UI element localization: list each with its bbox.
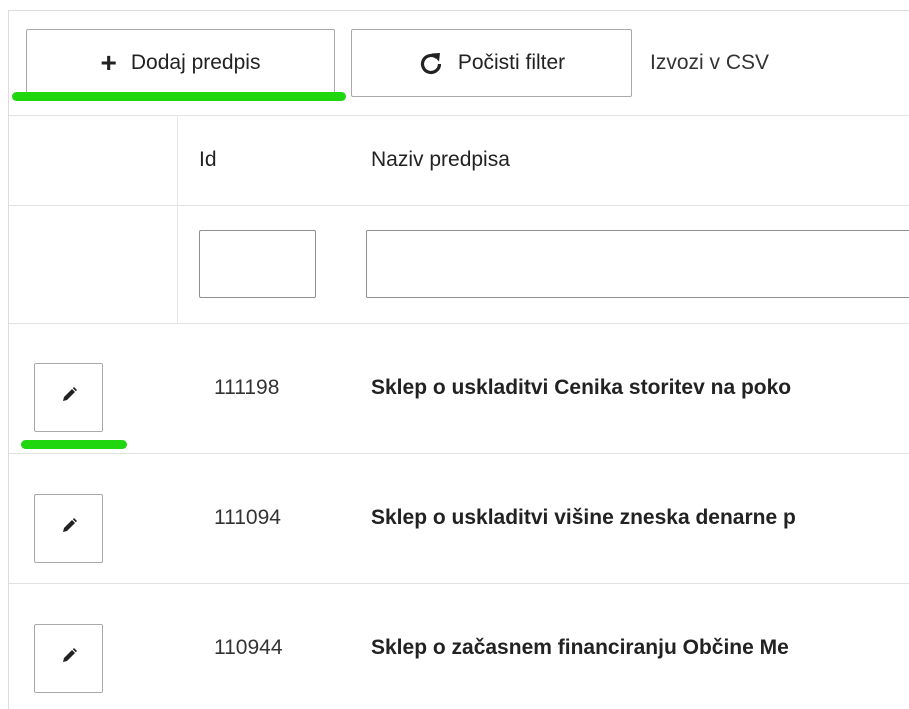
pencil-icon bbox=[60, 517, 78, 540]
name-filter-input[interactable] bbox=[366, 230, 909, 298]
column-divider bbox=[177, 205, 178, 323]
refresh-icon bbox=[418, 50, 444, 76]
row-name: Sklep o uskladitvi višine zneska denarne… bbox=[371, 506, 796, 529]
row-name: Sklep o začasnem financiranju Občine Me bbox=[371, 636, 789, 659]
pencil-icon bbox=[60, 647, 78, 670]
table-row: 111094 Sklep o uskladitvi višine zneska … bbox=[9, 453, 909, 584]
plus-icon: + bbox=[100, 47, 117, 78]
table-row: 110944 Sklep o začasnem financiranju Obč… bbox=[9, 583, 909, 709]
filter-row bbox=[9, 205, 909, 324]
row-name: Sklep o uskladitvi Cenika storitev na po… bbox=[371, 376, 792, 399]
row-id: 111198 bbox=[214, 376, 280, 399]
clear-filter-label: Počisti filter bbox=[457, 51, 566, 74]
export-csv-link[interactable]: Izvozi v CSV bbox=[650, 29, 769, 97]
highlight-underline-edit bbox=[21, 440, 127, 449]
edit-button[interactable] bbox=[34, 363, 103, 432]
column-divider bbox=[177, 115, 178, 205]
add-regulation-label: Dodaj predpis bbox=[130, 51, 261, 74]
id-filter-input[interactable] bbox=[199, 230, 316, 298]
table-header-row: Id Naziv predpisa bbox=[9, 115, 909, 206]
toolbar: + Dodaj predpis Počisti filter Izvozi v … bbox=[9, 11, 909, 116]
clear-filter-button[interactable]: Počisti filter bbox=[351, 29, 632, 97]
column-header-id[interactable]: Id bbox=[199, 115, 217, 205]
row-id: 110944 bbox=[214, 636, 283, 659]
column-header-name[interactable]: Naziv predpisa bbox=[371, 115, 510, 205]
row-id: 111094 bbox=[214, 506, 281, 529]
highlight-underline-add bbox=[12, 92, 346, 101]
grid-panel: + Dodaj predpis Počisti filter Izvozi v … bbox=[8, 10, 909, 709]
edit-button[interactable] bbox=[34, 494, 103, 563]
add-regulation-button[interactable]: + Dodaj predpis bbox=[26, 29, 335, 97]
table-row: 111198 Sklep o uskladitvi Cenika storite… bbox=[9, 323, 909, 454]
edit-button[interactable] bbox=[34, 624, 103, 693]
pencil-icon bbox=[60, 386, 78, 409]
